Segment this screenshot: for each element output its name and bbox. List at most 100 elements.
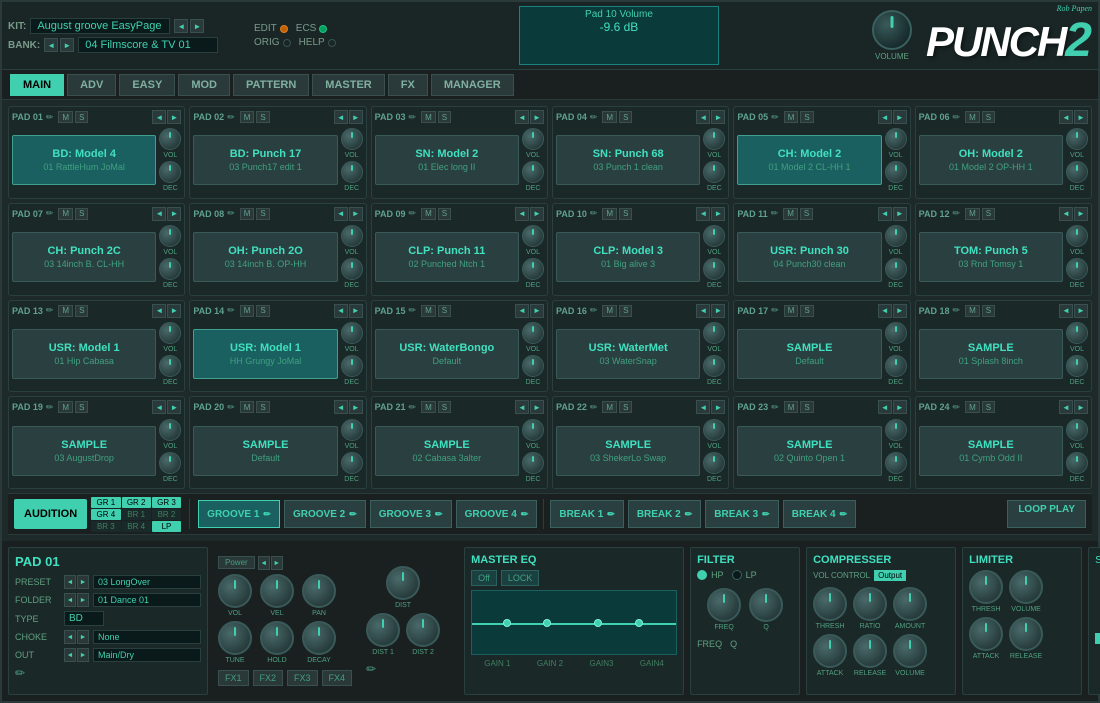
pad-next-16[interactable]: ► bbox=[711, 304, 725, 318]
pad-vol-knob-20[interactable] bbox=[341, 419, 363, 441]
pad-dec-knob-11[interactable] bbox=[885, 258, 907, 280]
pad-dec-knob-16[interactable] bbox=[703, 355, 725, 377]
pad-6[interactable]: PAD 06 ✏ M S ◄ ► OH: Model 2 01 Model 2 … bbox=[915, 106, 1092, 199]
pad-dec-knob-7[interactable] bbox=[159, 258, 181, 280]
pad-20[interactable]: PAD 20 ✏ M S ◄ ► SAMPLE Default VOL DEC bbox=[189, 396, 366, 489]
eq-dot2[interactable] bbox=[543, 619, 551, 627]
pad-prev-13[interactable]: ◄ bbox=[152, 304, 166, 318]
pad-m-btn-23[interactable]: M bbox=[784, 401, 799, 413]
pad-m-btn-19[interactable]: M bbox=[58, 401, 73, 413]
pad-prev-6[interactable]: ◄ bbox=[1059, 110, 1073, 124]
pad-s-btn-1[interactable]: S bbox=[75, 111, 88, 123]
pad-prev-24[interactable]: ◄ bbox=[1059, 400, 1073, 414]
eq-dot4[interactable] bbox=[635, 619, 643, 627]
hp-radio[interactable] bbox=[697, 570, 707, 580]
loop-play-button[interactable]: LOOP PLAY bbox=[1007, 500, 1086, 528]
filter-q-knob[interactable] bbox=[749, 588, 783, 622]
pad-next-15[interactable]: ► bbox=[530, 304, 544, 318]
tab-master[interactable]: MASTER bbox=[312, 74, 384, 96]
pad-dec-knob-3[interactable] bbox=[522, 161, 544, 183]
break2-button[interactable]: BREAK 2 ✏ bbox=[628, 500, 701, 528]
pad-dec-knob-20[interactable] bbox=[341, 452, 363, 474]
pad-8[interactable]: PAD 08 ✏ M S ◄ ► OH: Punch 2O 03 14inch … bbox=[189, 203, 366, 296]
pad-m-btn-14[interactable]: M bbox=[240, 305, 255, 317]
dist-knob[interactable] bbox=[386, 566, 420, 600]
pad-prev-2[interactable]: ◄ bbox=[334, 110, 348, 124]
groove4-button[interactable]: GROOVE 4 ✏ bbox=[456, 500, 538, 528]
pad-next-14[interactable]: ► bbox=[349, 304, 363, 318]
pad-prev-3[interactable]: ◄ bbox=[515, 110, 529, 124]
pad-vol-knob-18[interactable] bbox=[1066, 322, 1088, 344]
pad-s-btn-17[interactable]: S bbox=[800, 305, 813, 317]
pad-next-2[interactable]: ► bbox=[349, 110, 363, 124]
pad-dec-knob-10[interactable] bbox=[703, 258, 725, 280]
pad-s-btn-15[interactable]: S bbox=[438, 305, 451, 317]
pad-s-btn-4[interactable]: S bbox=[619, 111, 632, 123]
pad-next-23[interactable]: ► bbox=[893, 400, 907, 414]
pad-22[interactable]: PAD 22 ✏ M S ◄ ► SAMPLE 03 ShekerLo Swap… bbox=[552, 396, 729, 489]
lock-btn2[interactable]: LOCK bbox=[501, 570, 540, 586]
pad-content-9[interactable]: CLP: Punch 11 02 Punched Ntch 1 bbox=[375, 232, 519, 282]
pad-prev-15[interactable]: ◄ bbox=[515, 304, 529, 318]
lim-vol-knob[interactable] bbox=[1009, 570, 1043, 604]
pad-s-btn-12[interactable]: S bbox=[982, 208, 995, 220]
pad-content-7[interactable]: CH: Punch 2C 03 14inch B. CL-HH bbox=[12, 232, 156, 282]
pad-prev-21[interactable]: ◄ bbox=[515, 400, 529, 414]
pad-dec-knob-19[interactable] bbox=[159, 452, 181, 474]
choke-next-btn[interactable]: ► bbox=[77, 630, 89, 644]
tab-mod[interactable]: MOD bbox=[178, 74, 230, 96]
pad-m-btn-3[interactable]: M bbox=[421, 111, 436, 123]
pad-m-btn-10[interactable]: M bbox=[602, 208, 617, 220]
pad-23[interactable]: PAD 23 ✏ M S ◄ ► SAMPLE 02 Quinto Open 1… bbox=[733, 396, 910, 489]
lim-thresh-knob[interactable] bbox=[969, 570, 1003, 604]
pad-next-12[interactable]: ► bbox=[1074, 207, 1088, 221]
lp-radio[interactable] bbox=[732, 570, 742, 580]
pad-content-8[interactable]: OH: Punch 2O 03 14inch B. OP-HH bbox=[193, 232, 337, 282]
tab-pattern[interactable]: PATTERN bbox=[233, 74, 309, 96]
thresh-knob[interactable] bbox=[813, 587, 847, 621]
pad-prev-16[interactable]: ◄ bbox=[696, 304, 710, 318]
pad-s-btn-11[interactable]: S bbox=[800, 208, 813, 220]
fx3-button[interactable]: FX3 bbox=[287, 670, 318, 686]
pad-dec-knob-23[interactable] bbox=[885, 452, 907, 474]
pad-s-btn-10[interactable]: S bbox=[619, 208, 632, 220]
pad-m-btn-24[interactable]: M bbox=[965, 401, 980, 413]
pad-next-9[interactable]: ► bbox=[530, 207, 544, 221]
fx1-button[interactable]: FX1 bbox=[218, 670, 249, 686]
pad-vol-knob-1[interactable] bbox=[159, 128, 181, 150]
vel-knob[interactable] bbox=[260, 574, 294, 608]
pad-content-2[interactable]: BD: Punch 17 03 Punch17 edit 1 bbox=[193, 135, 337, 185]
tab-adv[interactable]: ADV bbox=[67, 74, 116, 96]
bank-prev-btn[interactable]: ◄ bbox=[44, 38, 58, 52]
pad-m-btn-5[interactable]: M bbox=[784, 111, 799, 123]
pad-prev-12[interactable]: ◄ bbox=[1059, 207, 1073, 221]
pad-content-22[interactable]: SAMPLE 03 ShekerLo Swap bbox=[556, 426, 700, 476]
folder-next-btn[interactable]: ► bbox=[77, 593, 89, 607]
pad-content-10[interactable]: CLP: Model 3 01 Big alive 3 bbox=[556, 232, 700, 282]
pad-dec-knob-18[interactable] bbox=[1066, 355, 1088, 377]
dist2-knob[interactable] bbox=[406, 613, 440, 647]
kit-next-btn[interactable]: ► bbox=[190, 19, 204, 33]
pad-1[interactable]: PAD 01 ✏ M S ◄ ► BD: Model 4 01 RattleHu… bbox=[8, 106, 185, 199]
pad-next-8[interactable]: ► bbox=[349, 207, 363, 221]
pad-prev-11[interactable]: ◄ bbox=[878, 207, 892, 221]
ratio-knob[interactable] bbox=[853, 587, 887, 621]
pad-2[interactable]: PAD 02 ✏ M S ◄ ► BD: Punch 17 03 Punch17… bbox=[189, 106, 366, 199]
pad-m-btn-21[interactable]: M bbox=[421, 401, 436, 413]
pad-s-btn-20[interactable]: S bbox=[256, 401, 269, 413]
pad-next-24[interactable]: ► bbox=[1074, 400, 1088, 414]
power-button[interactable]: Power bbox=[218, 556, 255, 569]
pad-s-btn-18[interactable]: S bbox=[982, 305, 995, 317]
pad-s-btn-13[interactable]: S bbox=[75, 305, 88, 317]
pad-dec-knob-15[interactable] bbox=[522, 355, 544, 377]
pad-dec-knob-12[interactable] bbox=[1066, 258, 1088, 280]
pad-prev-9[interactable]: ◄ bbox=[515, 207, 529, 221]
pad-prev-20[interactable]: ◄ bbox=[334, 400, 348, 414]
pad-vol-knob-17[interactable] bbox=[885, 322, 907, 344]
pad-vol-knob-4[interactable] bbox=[703, 128, 725, 150]
pad-next-22[interactable]: ► bbox=[711, 400, 725, 414]
audition-button[interactable]: AUDITION bbox=[14, 499, 87, 529]
pad-dec-knob-14[interactable] bbox=[341, 355, 363, 377]
pad-16[interactable]: PAD 16 ✏ M S ◄ ► USR: WaterMet 03 WaterS… bbox=[552, 300, 729, 393]
lock-button[interactable]: Off bbox=[471, 570, 497, 586]
